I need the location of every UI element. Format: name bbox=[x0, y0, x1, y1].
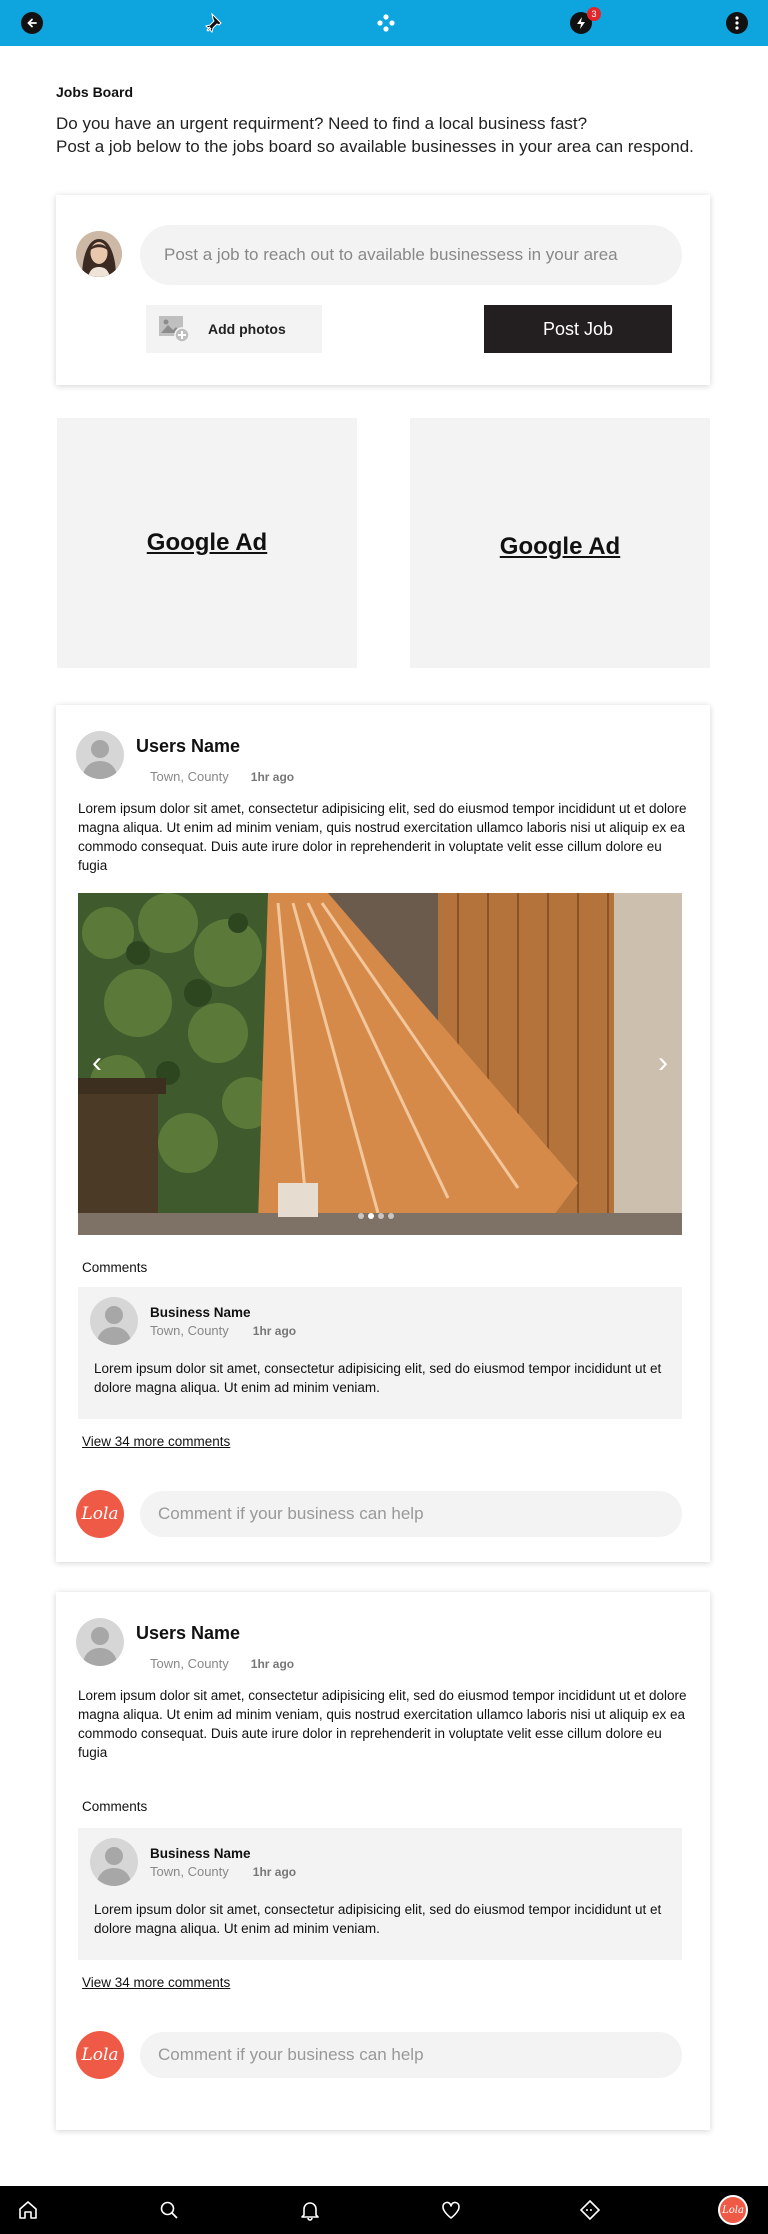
comment-input[interactable]: Comment if your business can help bbox=[140, 1491, 682, 1537]
home-icon[interactable] bbox=[16, 2198, 40, 2222]
post-job-card: Post a job to reach out to available bus… bbox=[56, 195, 710, 385]
avatar bbox=[76, 1618, 124, 1666]
comment-text: Lorem ipsum dolor sit amet, consectetur … bbox=[94, 1902, 662, 1936]
fence-photo bbox=[78, 893, 682, 1235]
profile-label: Lola bbox=[718, 2195, 748, 2225]
comment-text: Lorem ipsum dolor sit amet, consectetur … bbox=[94, 1361, 662, 1395]
post-image-carousel[interactable]: ‹ › bbox=[78, 893, 682, 1235]
comment-time: 1hr ago bbox=[252, 1865, 297, 1879]
bell-icon[interactable] bbox=[298, 2198, 322, 2222]
comments-title: Comments bbox=[82, 1260, 148, 1275]
carousel-prev-icon[interactable]: ‹ bbox=[84, 1045, 110, 1081]
more-vertical-icon[interactable] bbox=[723, 9, 751, 37]
post-meta: Town, County 1hr ago bbox=[150, 1656, 294, 1671]
lightning-icon[interactable]: 3 bbox=[567, 7, 601, 37]
comment-time: 1hr ago bbox=[252, 1324, 297, 1338]
carousel-dots[interactable] bbox=[358, 1213, 394, 1219]
search-icon[interactable] bbox=[157, 2198, 181, 2222]
intro-line-1: Do you have an urgent requirment? Need t… bbox=[56, 114, 588, 133]
post-meta: Town, County 1hr ago bbox=[150, 769, 294, 784]
comment-meta: Town, County 1hr ago bbox=[150, 1864, 296, 1879]
dots-cluster-icon[interactable] bbox=[372, 9, 400, 37]
business-name[interactable]: Business Name bbox=[150, 1305, 251, 1320]
avatar bbox=[90, 1838, 138, 1886]
lola-avatar: Lola bbox=[76, 1490, 124, 1538]
user-name[interactable]: Users Name bbox=[136, 1623, 240, 1644]
image-add-icon bbox=[158, 313, 190, 346]
add-photos-button[interactable]: Add photos bbox=[146, 305, 322, 353]
post-body: Lorem ipsum dolor sit amet, consectetur … bbox=[78, 1688, 687, 1760]
post-job-button[interactable]: Post Job bbox=[484, 305, 672, 353]
view-more-comments-link[interactable]: View 34 more comments bbox=[82, 1434, 230, 1449]
bottom-nav-bar: Lola bbox=[0, 2186, 768, 2234]
ticket-icon[interactable] bbox=[578, 2198, 602, 2222]
avatar bbox=[76, 731, 124, 779]
post-location: Town, County bbox=[150, 1656, 229, 1671]
view-more-comments-link[interactable]: View 34 more comments bbox=[82, 1975, 230, 1990]
comments-title: Comments bbox=[82, 1799, 148, 1814]
avatar bbox=[76, 231, 122, 277]
comment-input[interactable]: Comment if your business can help bbox=[140, 2032, 682, 2078]
add-photos-label: Add photos bbox=[208, 321, 286, 337]
pin-icon[interactable] bbox=[202, 9, 230, 37]
intro-line-2: Post a job below to the jobs board so av… bbox=[56, 137, 694, 156]
post-time: 1hr ago bbox=[250, 1657, 295, 1671]
user-name[interactable]: Users Name bbox=[136, 736, 240, 757]
post-job-input[interactable]: Post a job to reach out to available bus… bbox=[140, 225, 682, 285]
avatar bbox=[90, 1297, 138, 1345]
carousel-next-icon[interactable]: › bbox=[650, 1045, 676, 1081]
intro-section: Jobs Board Do you have an urgent requirm… bbox=[56, 84, 736, 158]
job-post-card: Users Name Town, County 1hr ago Lorem ips… bbox=[56, 705, 710, 1562]
post-location: Town, County bbox=[150, 769, 229, 784]
google-ad-2[interactable]: Google Ad bbox=[410, 418, 710, 668]
post-time: 1hr ago bbox=[250, 770, 295, 784]
comment-item: Business Name Town, County 1hr ago Lorem … bbox=[78, 1828, 682, 1960]
heart-icon[interactable] bbox=[439, 2198, 463, 2222]
comment-meta: Town, County 1hr ago bbox=[150, 1323, 296, 1338]
comment-location: Town, County bbox=[150, 1323, 229, 1338]
top-bar: 3 bbox=[0, 0, 768, 46]
google-ad-1[interactable]: Google Ad bbox=[57, 418, 357, 668]
page-title: Jobs Board bbox=[56, 84, 134, 100]
business-name[interactable]: Business Name bbox=[150, 1846, 251, 1861]
ad-label: Google Ad bbox=[146, 529, 268, 556]
job-post-card: Users Name Town, County 1hr ago Lorem ips… bbox=[56, 1592, 710, 2130]
post-body: Lorem ipsum dolor sit amet, consectetur … bbox=[78, 801, 687, 873]
notification-badge: 3 bbox=[587, 7, 601, 21]
lola-avatar: Lola bbox=[76, 2031, 124, 2079]
back-arrow-icon[interactable] bbox=[18, 9, 46, 37]
ad-label: Google Ad bbox=[499, 533, 621, 560]
profile-avatar[interactable]: Lola bbox=[718, 2195, 748, 2225]
comment-item: Business Name Town, County 1hr ago Lorem … bbox=[78, 1287, 682, 1419]
comment-location: Town, County bbox=[150, 1864, 229, 1879]
